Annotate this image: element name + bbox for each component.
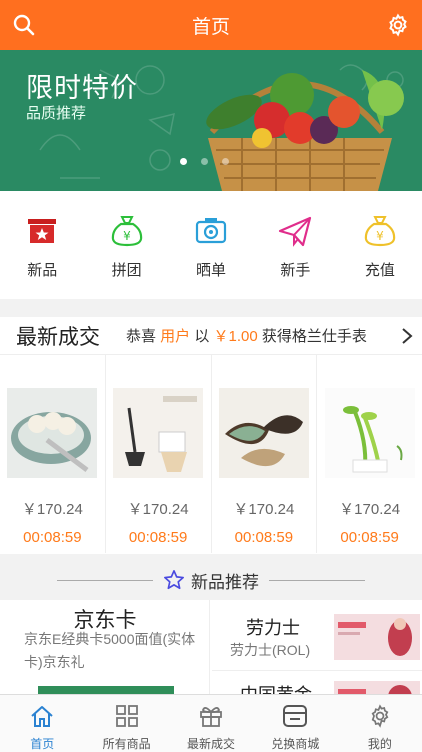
quick-item-recharge[interactable]: ¥ 充值 bbox=[338, 191, 422, 299]
quick-label: 新品 bbox=[27, 262, 58, 279]
deals-product-list: ￥170.24 00:08:59 ￥170.24 00:08:59 ￥170.2… bbox=[0, 355, 422, 553]
product-price: ￥170.24 bbox=[233, 501, 295, 518]
quick-label: 拼团 bbox=[111, 262, 142, 279]
banner-dot[interactable] bbox=[222, 158, 229, 165]
ticker-amount: ￥1.00 bbox=[213, 328, 258, 345]
banner-pagination bbox=[180, 158, 229, 165]
money-bag-icon: ¥ bbox=[111, 216, 142, 247]
banner-dot-active[interactable] bbox=[180, 158, 187, 165]
quick-item-new[interactable]: 新品 bbox=[0, 191, 84, 299]
deals-title: 最新成交 bbox=[16, 325, 100, 349]
recommend-header: 新品推荐 bbox=[0, 562, 422, 598]
divider-line bbox=[269, 579, 365, 581]
product-image-desk-lamp bbox=[113, 388, 204, 478]
banner-dot[interactable] bbox=[201, 158, 208, 165]
deal-product-card[interactable]: ￥170.24 00:08:59 bbox=[317, 355, 422, 553]
product-price: ￥170.24 bbox=[21, 501, 83, 518]
chevron-right-icon[interactable] bbox=[401, 327, 413, 345]
tab-latest-deals[interactable]: 最新成交 bbox=[169, 695, 253, 752]
settings-icon bbox=[371, 704, 389, 728]
gift-icon bbox=[200, 707, 222, 727]
quick-category-bar: 新品 ¥ 拼团 晒单 新手 ¥ 充值 bbox=[0, 191, 422, 299]
product-countdown: 00:08:59 bbox=[340, 529, 399, 546]
svg-text:¥: ¥ bbox=[123, 229, 131, 243]
divider-line bbox=[57, 579, 153, 581]
grid-icon bbox=[115, 705, 138, 727]
recommend-card-small[interactable]: 劳力士 劳力士(ROL) bbox=[212, 604, 422, 664]
home-icon bbox=[31, 706, 53, 727]
quick-label: 新手 bbox=[280, 262, 311, 279]
tab-label: 兑换商城 bbox=[271, 737, 320, 751]
deals-ticker[interactable]: 恭喜 用户 以 ￥1.00 获得格兰仕手表 bbox=[126, 325, 367, 346]
quick-label: 晒单 bbox=[196, 262, 227, 279]
deal-product-card[interactable]: ￥170.24 00:08:59 bbox=[0, 355, 106, 553]
tab-label: 我的 bbox=[367, 737, 392, 751]
tab-label: 最新成交 bbox=[187, 737, 236, 751]
gear-icon[interactable] bbox=[386, 13, 410, 37]
product-price: ￥170.24 bbox=[127, 501, 189, 518]
paper-plane-icon bbox=[279, 216, 312, 247]
tab-exchange-mall[interactable]: 兑换商城 bbox=[253, 695, 337, 752]
ticker-user: 用户 bbox=[160, 328, 191, 345]
quick-item-group-buy[interactable]: ¥ 拼团 bbox=[84, 191, 168, 299]
deals-header: 最新成交 恭喜 用户 以 ￥1.00 获得格兰仕手表 bbox=[0, 317, 422, 355]
quick-item-show[interactable]: 晒单 bbox=[169, 191, 253, 299]
camera-icon bbox=[195, 218, 227, 244]
recommend-card-desc: 京东E经典卡5000面值(实体卡)京东礼 bbox=[24, 631, 196, 670]
quick-item-newbie[interactable]: 新手 bbox=[253, 191, 337, 299]
watch-ad-image bbox=[334, 614, 420, 660]
recommend-card-desc: 劳力士(ROL) bbox=[230, 642, 311, 658]
star-icon bbox=[164, 570, 184, 590]
svg-text:¥: ¥ bbox=[376, 229, 384, 243]
coin-bag-icon: ¥ bbox=[364, 216, 396, 247]
recommend-grid: 京东卡 京东E经典卡5000面值(实体卡)京东礼 劳力士 劳力士(ROL) 中国… bbox=[0, 600, 422, 709]
product-countdown: 00:08:59 bbox=[23, 529, 82, 546]
recommend-title: 新品推荐 bbox=[191, 572, 259, 592]
product-image-sprout-lamp bbox=[324, 388, 415, 478]
product-price: ￥170.24 bbox=[339, 501, 401, 518]
ticker-mid: 以 bbox=[190, 328, 214, 345]
deal-product-card[interactable]: ￥170.24 00:08:59 bbox=[106, 355, 212, 553]
promo-banner[interactable]: 限时特价 品质推荐 bbox=[0, 50, 422, 191]
bottom-tab-bar: 首页 所有商品 最新成交 兑换商城 我的 bbox=[0, 694, 422, 752]
store-icon bbox=[283, 705, 308, 727]
page-title: 首页 bbox=[191, 16, 230, 38]
tab-label: 首页 bbox=[30, 737, 55, 751]
quick-label: 充值 bbox=[364, 262, 395, 279]
tab-label: 所有商品 bbox=[102, 737, 151, 751]
deal-product-card[interactable]: ￥170.24 00:08:59 bbox=[212, 355, 318, 553]
recommend-card-large[interactable]: 京东卡 京东E经典卡5000面值(实体卡)京东礼 bbox=[0, 600, 210, 700]
latest-deals-section: 最新成交 恭喜 用户 以 ￥1.00 获得格兰仕手表 ￥170.24 00:08… bbox=[0, 317, 422, 554]
tab-home[interactable]: 首页 bbox=[0, 695, 84, 752]
product-countdown: 00:08:59 bbox=[128, 529, 188, 546]
ticker-prefix: 恭喜 bbox=[126, 328, 161, 345]
search-icon[interactable] bbox=[12, 13, 36, 37]
banner-subtitle: 品质推荐 bbox=[26, 105, 87, 122]
recommend-card-title: 劳力士 bbox=[246, 618, 300, 638]
vegetable-basket-image bbox=[206, 70, 404, 191]
tab-mine[interactable]: 我的 bbox=[338, 695, 422, 752]
tab-all-products[interactable]: 所有商品 bbox=[84, 695, 168, 752]
ticker-suffix: 获得格兰仕手表 bbox=[257, 328, 367, 345]
new-box-icon bbox=[28, 219, 57, 243]
top-header: 首页 bbox=[0, 0, 422, 50]
app-root: 首页 限时特价 品质推荐 新品 ¥ 拼团 晒单 新手 ¥ 充值 最新成交 恭喜 … bbox=[0, 0, 422, 752]
product-image-dumpling-pan bbox=[7, 388, 98, 478]
banner-title: 限时特价 bbox=[26, 73, 138, 103]
product-image-ceramic-dishes bbox=[218, 388, 309, 478]
product-countdown: 00:08:59 bbox=[234, 529, 294, 546]
